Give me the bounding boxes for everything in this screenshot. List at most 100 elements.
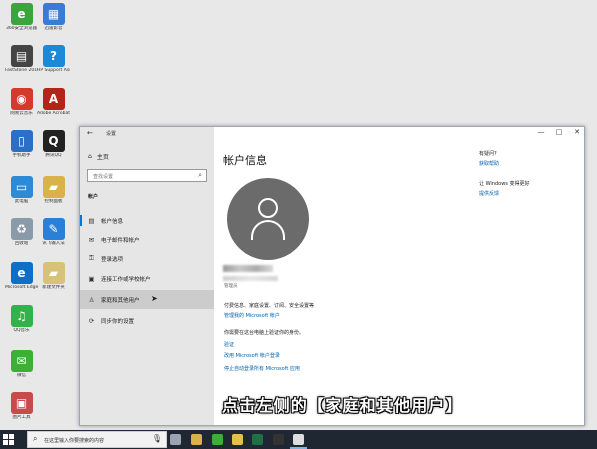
acrobat-icon: A xyxy=(42,88,65,110)
blurred-username xyxy=(223,265,273,272)
minimize-button[interactable]: — xyxy=(532,128,550,136)
desktop-icon[interactable]: ▤FastStone 2019-11-... xyxy=(5,45,38,73)
desktop-icon[interactable]: e 360安全浏览器 xyxy=(5,3,38,31)
video-app-icon[interactable] xyxy=(191,434,202,445)
task-view-icon[interactable] xyxy=(170,434,181,445)
desktop-icon[interactable]: ♫ QQ音乐 xyxy=(5,305,38,333)
desktop-icon[interactable]: ✉ 微信 xyxy=(5,350,38,378)
billing-text: 付费信息、家庭设置、订阅、安全设置等 xyxy=(224,303,315,309)
music-icon: ♫ xyxy=(10,305,33,327)
close-button[interactable]: ✕ xyxy=(568,128,584,136)
ie-green-icon: e xyxy=(10,3,33,25)
desktop-icon-label: 360安全浏览器 xyxy=(5,26,38,31)
sidebar-item-email-accounts[interactable]: ✉ 电子邮件和帐户 xyxy=(80,230,214,249)
film-icon: ▤ xyxy=(10,45,33,67)
desktop-icon[interactable]: ▯ 手机助手 xyxy=(5,130,38,158)
desktop-icon[interactable]: ▭ 此电脑 xyxy=(5,176,38,204)
desktop-icon-label: 讯飞输入法 xyxy=(42,241,65,246)
verify-text: 你需要在这台电脑上验证你的身份。 xyxy=(224,330,305,336)
give-feedback-link[interactable]: 提供反馈 xyxy=(479,190,579,197)
taskbar-search-placeholder: 在这里输入你要搜索的内容 xyxy=(44,438,105,444)
folder-taskbar-icon[interactable] xyxy=(232,434,243,445)
desktop-icon[interactable]: ◉ 网易云音乐 xyxy=(5,88,38,116)
avatar xyxy=(227,178,309,260)
desktop-icon[interactable]: Q 腾讯QQ xyxy=(37,130,70,158)
page-title: 帐户信息 xyxy=(223,154,267,167)
excel-taskbar-icon[interactable] xyxy=(252,434,263,445)
settings-sidebar: ⌂ 主页 查找设置 ⌕ 帐户 ▤ 帐户信息 ✉ 电子邮件和帐户 ⚿ 登录选项 ▣… xyxy=(80,127,214,425)
desktop-icons: e360安全浏览器▦迅雷影音▤FastStone 2019-11-...?HP … xyxy=(0,0,70,430)
desktop-icon-label: Adobe Acrobat DC xyxy=(37,111,70,116)
taskbar: ⌕ 在这里输入你要搜索的内容 🎙 xyxy=(0,430,597,449)
store-icon: ▦ xyxy=(42,3,65,25)
sidebar-item-label: 同步你的设置 xyxy=(101,318,135,325)
briefcase-icon: ▣ xyxy=(88,274,95,283)
desktop-icon[interactable]: ▰ 控制面板 xyxy=(37,176,70,204)
desktop-icon-label: 图片工具 xyxy=(12,415,31,420)
desktop-icon[interactable]: ▦ 迅雷影音 xyxy=(37,3,70,31)
settings-main: 帐户信息 管理员 付费信息、家庭设置、订阅、安全设置等 管理我的 Microso… xyxy=(214,140,584,425)
user-body-icon xyxy=(251,220,285,240)
media-taskbar-icon[interactable] xyxy=(273,434,284,445)
netease-icon: ◉ xyxy=(10,88,33,110)
desktop-icon-label: QQ音乐 xyxy=(13,328,30,333)
desktop-icon[interactable]: e Microsoft Edge xyxy=(5,262,38,290)
sidebar-item-signin-options[interactable]: ⚿ 登录选项 xyxy=(80,249,214,268)
desktop-icon[interactable]: ▰ 新建文件夹 xyxy=(37,262,70,290)
feedback-question: 让 Windows 变得更好 xyxy=(479,181,530,187)
settings-search-input[interactable]: 查找设置 ⌕ xyxy=(87,169,207,182)
computer-icon: ▭ xyxy=(10,176,33,198)
user-head-icon xyxy=(258,198,278,218)
key-icon: ⚿ xyxy=(89,254,94,262)
back-arrow-icon[interactable]: ← xyxy=(87,129,93,137)
sidebar-home-label: 主页 xyxy=(96,154,109,161)
stop-autologin-link[interactable]: 停止自动登录所有 Microsoft 应用 xyxy=(224,365,300,372)
sidebar-home[interactable]: ⌂ 主页 xyxy=(88,152,109,161)
help-question: 有疑问? xyxy=(479,151,497,157)
search-placeholder: 查找设置 xyxy=(93,174,114,180)
maximize-button[interactable]: □ xyxy=(550,128,568,136)
sidebar-item-label: 帐户信息 xyxy=(101,218,124,225)
get-help-link[interactable]: 获取帮助 xyxy=(479,160,579,167)
desktop-icon-label: Microsoft Edge xyxy=(5,285,38,290)
wechat-icon: ✉ xyxy=(10,350,33,372)
mic-app-icon: ✎ xyxy=(42,218,65,240)
home-icon: ⌂ xyxy=(88,153,92,160)
window-title: 设置 xyxy=(106,131,117,137)
desktop-icon-label: 微信 xyxy=(17,373,26,378)
edge-icon: e xyxy=(10,262,33,284)
desktop-icon-label: 回收站 xyxy=(14,241,29,246)
settings-window: ⌂ 主页 查找设置 ⌕ 帐户 ▤ 帐户信息 ✉ 电子邮件和帐户 ⚿ 登录选项 ▣… xyxy=(79,126,585,426)
verify-link[interactable]: 验证 xyxy=(224,341,234,348)
sidebar-item-sync-settings[interactable]: ⟳ 同步你的设置 xyxy=(80,311,214,330)
window-titlebar: ← 设置 — □ ✕ xyxy=(80,127,584,140)
image-app-icon: ▣ xyxy=(10,392,33,414)
wechat-taskbar-icon[interactable] xyxy=(212,434,223,445)
sidebar-item-family-other-users[interactable]: ♙ 家庭和其他用户 ➤ xyxy=(80,290,214,309)
settings-taskbar-icon[interactable] xyxy=(290,434,307,449)
desktop-icon[interactable]: ♻ 回收站 xyxy=(5,218,38,246)
sidebar-item-your-info[interactable]: ▤ 帐户信息 xyxy=(80,211,214,230)
sidebar-item-label: 家庭和其他用户 xyxy=(101,297,140,304)
blurred-email xyxy=(223,276,278,281)
account-role: 管理员 xyxy=(224,284,238,289)
desktop-icon[interactable]: AAdobe Acrobat DC xyxy=(37,88,70,116)
mail-icon: ✉ xyxy=(88,235,95,244)
sidebar-item-work-school[interactable]: ▣ 连接工作或学校帐户 xyxy=(80,269,214,288)
start-button[interactable] xyxy=(3,434,14,445)
family-icon: ♙ xyxy=(88,295,95,304)
help-panel: 有疑问? 获取帮助 让 Windows 变得更好 提供反馈 xyxy=(479,150,579,197)
sidebar-item-label: 连接工作或学校帐户 xyxy=(101,276,151,283)
desktop-icon-label: 控制面板 xyxy=(44,199,63,204)
search-icon: ⌕ xyxy=(198,171,202,179)
desktop-icon[interactable]: ?HP Support Assistant xyxy=(37,45,70,73)
desktop-icon-label: 新建文件夹 xyxy=(42,285,65,290)
microphone-icon[interactable]: 🎙 xyxy=(152,434,162,443)
manage-account-link[interactable]: 管理我的 Microsoft 帐户 xyxy=(224,312,280,319)
search-icon: ⌕ xyxy=(33,434,38,443)
desktop-icon-label: 腾讯QQ xyxy=(45,153,62,158)
desktop-icon[interactable]: ✎ 讯飞输入法 xyxy=(37,218,70,246)
signin-microsoft-link[interactable]: 改用 Microsoft 帐户登录 xyxy=(224,352,280,359)
taskbar-search-input[interactable]: ⌕ 在这里输入你要搜索的内容 🎙 xyxy=(27,431,167,448)
desktop-icon[interactable]: ▣ 图片工具 xyxy=(5,392,38,420)
